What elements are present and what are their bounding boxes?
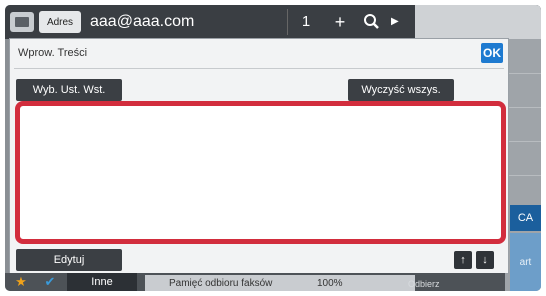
ok-button[interactable]: OK — [481, 43, 503, 63]
status-bar: Pamięć odbioru faksów 100% — [145, 275, 415, 291]
address-button[interactable]: Adres — [39, 11, 81, 33]
search-icon — [364, 14, 379, 29]
dialog-title: Wprow. Treści — [18, 47, 88, 59]
menu-icon — [15, 17, 29, 27]
ca-button[interactable]: CA — [510, 205, 541, 231]
other-button[interactable]: Inne — [67, 273, 137, 291]
search-button[interactable] — [357, 9, 387, 35]
destination-count: 1 — [287, 9, 324, 35]
scroll-down-button[interactable]: ↓ — [476, 251, 494, 269]
edit-button[interactable]: Edytuj — [16, 249, 122, 271]
start-button[interactable]: art — [510, 233, 541, 291]
address-field[interactable]: aaa@aaa.com — [90, 11, 194, 33]
star-icon[interactable]: ★ — [11, 273, 31, 291]
scroll-up-button[interactable]: ↑ — [454, 251, 472, 269]
screen: Adres aaa@aaa.com 1 + ▶ CA art Wprow. Tr… — [5, 5, 541, 291]
receive-label: Odbierz — [408, 279, 440, 289]
menu-button[interactable] — [10, 12, 34, 32]
fax-memory-value: 100% — [317, 278, 343, 289]
clear-all-button[interactable]: Wyczyść wszys. — [348, 79, 454, 101]
play-icon[interactable]: ▶ — [391, 13, 407, 31]
check-icon[interactable]: ✔ — [39, 273, 61, 291]
content-text-area[interactable] — [15, 101, 506, 244]
divider — [14, 68, 504, 69]
add-destination-button[interactable]: + — [325, 9, 355, 35]
select-default-button[interactable]: Wyb. Ust. Wst. — [16, 79, 122, 101]
fax-memory-label: Pamięć odbioru faksów — [169, 278, 273, 289]
text-entry-dialog: Wprow. Treści OK Wyb. Ust. Wst. Wyczyść … — [9, 38, 509, 274]
right-panel-top — [415, 5, 541, 39]
